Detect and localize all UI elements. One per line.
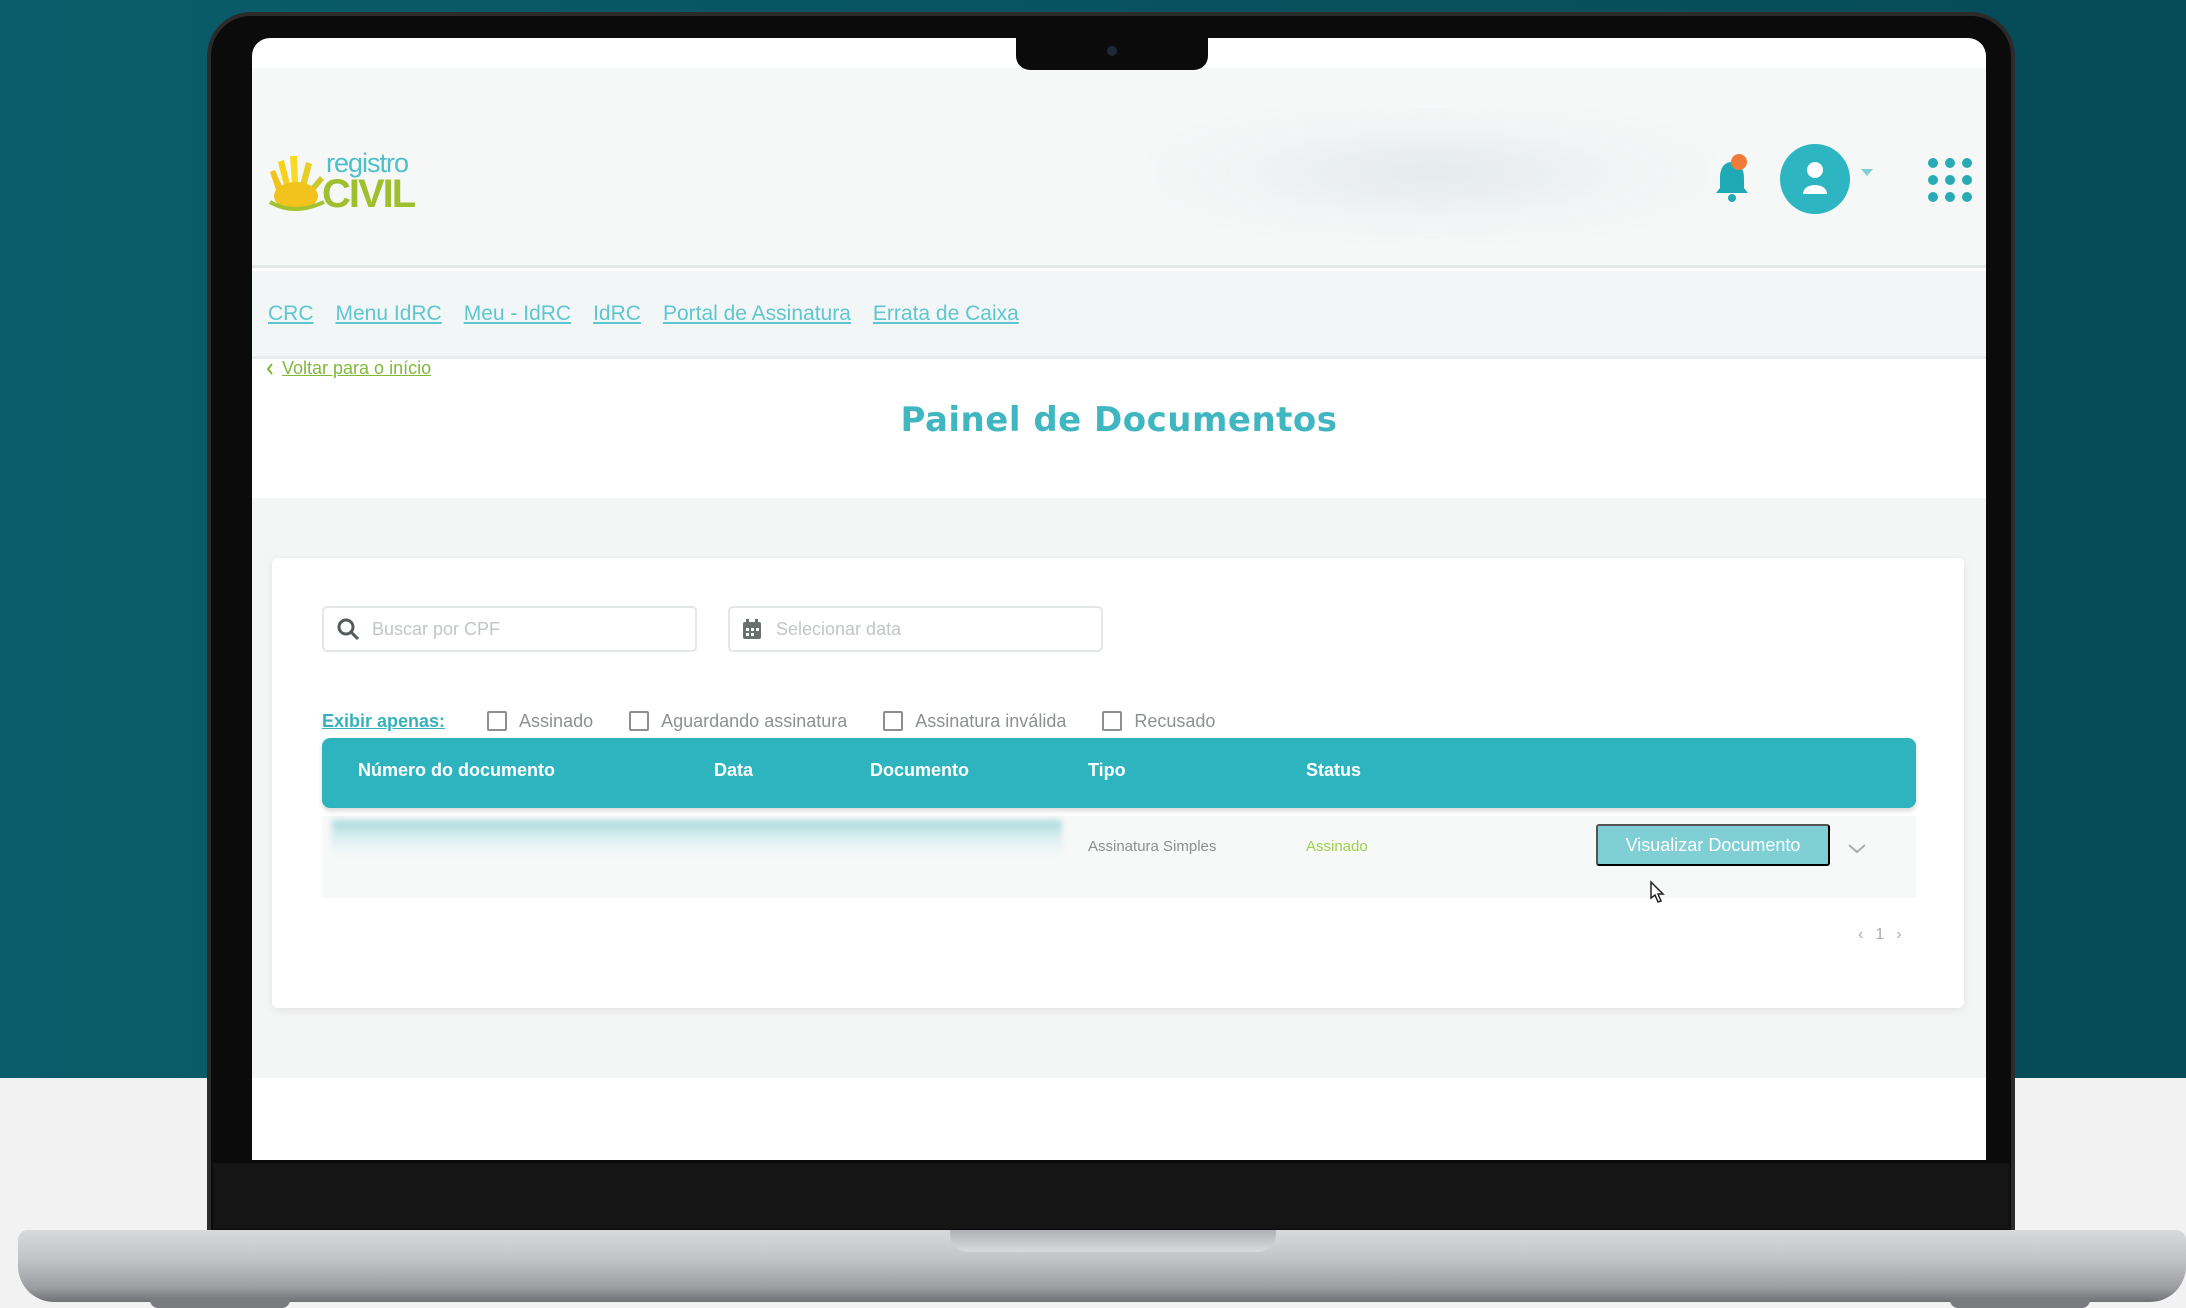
cell-status: Assinado xyxy=(1306,838,1368,855)
checkbox-assinatura-invalida[interactable] xyxy=(883,711,904,731)
notification-badge xyxy=(1731,154,1747,170)
grid-dot xyxy=(1928,158,1938,168)
filter-recusado[interactable]: Recusado xyxy=(1102,711,1215,732)
camera-icon xyxy=(1107,46,1117,56)
cpf-search-input[interactable]: Buscar por CPF xyxy=(322,606,697,652)
pagination-page[interactable]: 1 xyxy=(1875,926,1884,944)
nav-link-crc[interactable]: CRC xyxy=(268,302,314,326)
app-header: registro CIVIL xyxy=(252,68,1986,268)
nav-link-idrc[interactable]: IdRC xyxy=(593,302,641,326)
date-select-placeholder: Selecionar data xyxy=(776,618,902,639)
laptop-bezel-bottom xyxy=(213,1163,2009,1229)
table-row[interactable]: Assinatura Simples Assinado Visualizar D… xyxy=(322,816,1916,898)
apps-grid-button[interactable] xyxy=(1928,158,1972,202)
logo-text-bottom: CIVIL xyxy=(322,172,416,216)
status-filters: Exibir apenas: Assinado Aguardando assin… xyxy=(322,706,1251,736)
page-title: Painel de Documentos xyxy=(900,400,1338,440)
blurred-area xyxy=(1152,108,1712,238)
grid-dot xyxy=(1945,192,1955,202)
column-header-tipo[interactable]: Tipo xyxy=(1088,760,1126,781)
back-link-label: Voltar para o início xyxy=(282,358,432,378)
column-header-data[interactable]: Data xyxy=(714,760,753,781)
documents-table-header: Número do documento Data Documento Tipo … xyxy=(322,738,1916,808)
filter-label: Assinatura inválida xyxy=(915,710,1067,731)
search-icon xyxy=(337,618,360,641)
filter-label: Recusado xyxy=(1134,710,1216,731)
pagination: ‹ 1 › xyxy=(1858,926,1902,944)
laptop-screen: registro CIVIL CRC Menu IdRC Meu - IdRC … xyxy=(252,38,1986,1160)
filter-assinado[interactable]: Assinado xyxy=(487,711,593,732)
filter-assinatura-invalida[interactable]: Assinatura inválida xyxy=(883,711,1066,732)
grid-dot xyxy=(1945,175,1955,185)
nav-link-menu-idrc[interactable]: Menu IdRC xyxy=(336,302,442,326)
checkbox-aguardando-assinatura[interactable] xyxy=(629,711,650,731)
registro-civil-logo[interactable]: registro CIVIL xyxy=(266,148,446,220)
nav-link-errata-caixa[interactable]: Errata de Caixa xyxy=(873,302,1019,326)
user-icon xyxy=(1803,162,1827,194)
pagination-prev[interactable]: ‹ xyxy=(1858,926,1863,944)
filter-label: Assinado xyxy=(519,710,594,731)
laptop-opening-notch xyxy=(950,1230,1276,1252)
user-avatar-button[interactable] xyxy=(1780,144,1850,214)
filter-aguardando-assinatura[interactable]: Aguardando assinatura xyxy=(629,711,847,732)
date-select-input[interactable]: Selecionar data xyxy=(728,606,1103,652)
top-nav: CRC Menu IdRC Meu - IdRC IdRC Portal de … xyxy=(252,271,1986,359)
filters-label: Exibir apenas: xyxy=(322,710,446,731)
chevron-down-icon[interactable] xyxy=(1861,169,1873,176)
expand-row-chevron-icon[interactable] xyxy=(1846,842,1868,856)
cell-tipo: Assinatura Simples xyxy=(1088,838,1217,855)
pagination-next[interactable]: › xyxy=(1896,926,1901,944)
back-to-home-link[interactable]: Voltar para o início xyxy=(266,358,431,379)
grid-dot xyxy=(1962,192,1972,202)
grid-dot xyxy=(1945,158,1955,168)
cpf-search-placeholder: Buscar por CPF xyxy=(372,618,501,639)
chevron-left-icon xyxy=(266,362,273,375)
grid-dot xyxy=(1928,175,1938,185)
column-header-status[interactable]: Status xyxy=(1306,760,1361,781)
checkbox-assinado[interactable] xyxy=(487,711,508,731)
view-document-button[interactable]: Visualizar Documento xyxy=(1596,824,1830,866)
grid-dot xyxy=(1928,192,1938,202)
redacted-cells xyxy=(332,820,1062,854)
column-header-numero[interactable]: Número do documento xyxy=(358,760,555,781)
nav-link-portal-assinatura[interactable]: Portal de Assinatura xyxy=(663,302,851,326)
checkbox-recusado[interactable] xyxy=(1102,711,1123,731)
mouse-cursor-icon xyxy=(1650,880,1665,903)
laptop-foot-right xyxy=(1950,1298,2090,1308)
filter-label: Aguardando assinatura xyxy=(661,710,848,731)
grid-dot xyxy=(1962,175,1972,185)
column-header-documento[interactable]: Documento xyxy=(870,760,969,781)
nav-link-meu-idrc[interactable]: Meu - IdRC xyxy=(464,302,571,326)
calendar-icon xyxy=(743,619,761,639)
laptop-foot-left xyxy=(150,1298,290,1308)
grid-dot xyxy=(1962,158,1972,168)
